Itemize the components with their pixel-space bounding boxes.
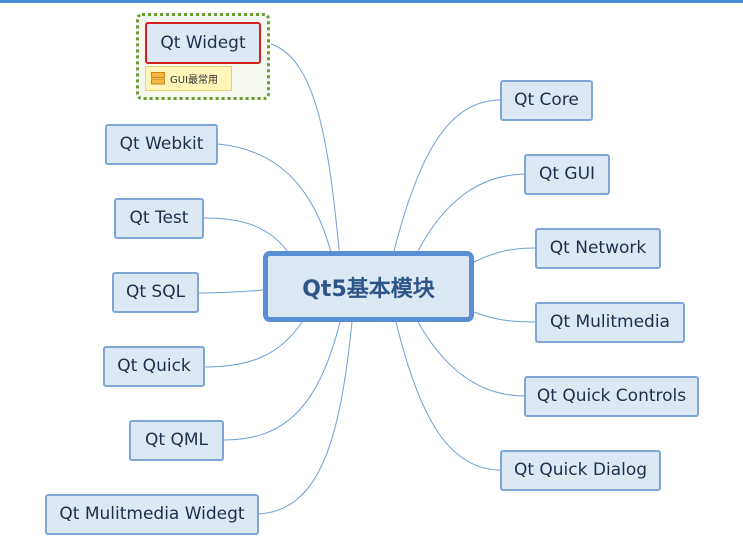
note-badge[interactable]: GUI最常用 (145, 66, 232, 91)
node-qt-qml[interactable]: Qt QML (129, 420, 224, 461)
node-qt-test[interactable]: Qt Test (114, 198, 204, 239)
connector-qt-network (473, 247, 537, 263)
node-qt-gui[interactable]: Qt GUI (524, 154, 610, 195)
central-topic[interactable]: Qt5基本模块 (263, 251, 474, 322)
node-qt-core[interactable]: Qt Core (500, 80, 593, 121)
node-qt-widegt[interactable]: Qt Widegt (145, 22, 261, 64)
node-qt-mulitmedia[interactable]: Qt Mulitmedia (535, 302, 685, 343)
connector-qt-mulitmedia (473, 311, 537, 323)
connector-qt-test (203, 217, 291, 256)
connector-qt-quick-controls (417, 321, 526, 397)
node-qt-quick[interactable]: Qt Quick (103, 346, 205, 387)
connector-qt-gui (417, 173, 526, 252)
note-text: GUI最常用 (170, 75, 219, 86)
node-qt-quick-controls[interactable]: Qt Quick Controls (524, 376, 699, 417)
connector-qt-core (393, 99, 502, 252)
node-qt-sql[interactable]: Qt SQL (112, 272, 199, 313)
node-qt-quick-dialog[interactable]: Qt Quick Dialog (500, 450, 661, 491)
connector-qt-qml (223, 321, 341, 441)
note-icon (151, 72, 165, 85)
connector-qt-quick-dialog (395, 321, 502, 471)
connector-qt-widegt (270, 43, 341, 259)
node-qt-webkit[interactable]: Qt Webkit (105, 124, 218, 165)
connector-qt-sql (198, 289, 264, 294)
node-qt-network[interactable]: Qt Network (535, 228, 661, 269)
connector-qt-webkit (217, 143, 333, 257)
connector-qt-quick (204, 321, 303, 368)
node-qt-mulitmedia-widegt[interactable]: Qt Mulitmedia Widegt (45, 494, 259, 535)
